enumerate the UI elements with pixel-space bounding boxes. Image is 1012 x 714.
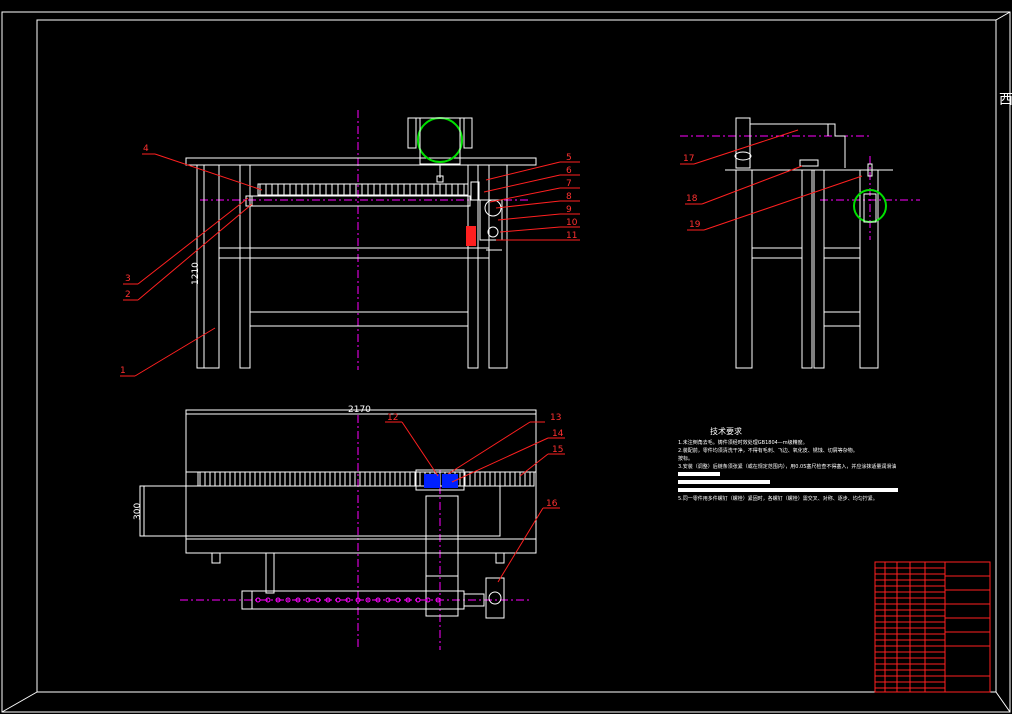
callout-14: 14 xyxy=(552,429,564,439)
callout-1: 1 xyxy=(120,366,126,376)
side-tab-label: 西 xyxy=(999,92,1012,108)
note-line-1: 1.未注倒角去毛。铸件须经时效处理GB1804—m级精度。 xyxy=(678,439,808,446)
note-line-3: 按标。 xyxy=(678,455,693,462)
side-view xyxy=(680,117,920,369)
callout-leader xyxy=(495,200,561,209)
callout-9: 9 xyxy=(566,205,572,215)
callout-13: 13 xyxy=(550,413,561,423)
note-redaction-3 xyxy=(678,488,898,492)
outer-sheet-border xyxy=(1,11,1011,713)
note-line-2: 2.装配前，零件均须清洗干净，不得有毛刺、飞边、氧化皮、锈蚀、切屑等杂物。 xyxy=(678,447,858,454)
callout-18: 18 xyxy=(686,194,698,204)
note-line-4: 3.安装（调整）后链条须张紧（或在规定范围内），用0.05塞尺检查不得塞入，并应… xyxy=(678,463,896,470)
note-line-5: 5.同一零件用多件螺钉（螺栓）紧固时，各螺钉（螺栓）需交叉、对称、逐步、均匀拧紧… xyxy=(678,495,878,502)
callout-6: 6 xyxy=(566,166,572,176)
callout-leader xyxy=(499,226,561,233)
top-callouts: 12 13 14 15 16 xyxy=(385,413,565,583)
title-block xyxy=(874,561,991,693)
callout-15: 15 xyxy=(552,445,563,455)
front-view: 1210 xyxy=(185,110,537,370)
callout-7: 7 xyxy=(566,179,572,189)
callout-16: 16 xyxy=(546,499,558,509)
cad-drawing-viewport[interactable]: 西 1210 4 3 2 1 5 6 7 8 9 10 11 17 18 19 … xyxy=(0,0,1012,714)
notes-title: 技术要求 xyxy=(710,426,742,436)
front-callouts: 4 3 2 1 5 6 7 8 9 10 11 xyxy=(120,144,580,377)
callout-12: 12 xyxy=(387,413,398,423)
callout-5: 5 xyxy=(566,153,572,163)
note-redaction-2 xyxy=(678,480,770,484)
red-cylinder xyxy=(466,226,476,246)
callout-2: 2 xyxy=(125,290,131,300)
technical-notes: 技术要求 1.未注倒角去毛。铸件须经时效处理GB1804—m级精度。 2.装配前… xyxy=(678,426,898,502)
dim-length: 2170 xyxy=(348,405,371,415)
callout-17: 17 xyxy=(683,154,694,164)
drawing-canvas: 西 1210 4 3 2 1 567891011 17 18 19 2170 3… xyxy=(1,11,1012,713)
dim-width: 300 xyxy=(133,503,143,520)
dim-height: 1210 xyxy=(191,262,201,285)
side-callouts: 17 18 19 xyxy=(680,129,863,231)
callout-4: 4 xyxy=(143,144,149,154)
callout-10: 10 xyxy=(566,218,578,228)
top-view: 2170 300 xyxy=(133,405,537,650)
callout-19: 19 xyxy=(689,220,701,230)
callout-3: 3 xyxy=(125,274,131,284)
note-redaction-1 xyxy=(678,472,720,476)
callout-8: 8 xyxy=(566,192,572,202)
inner-sheet-border xyxy=(36,19,997,693)
callout-11: 11 xyxy=(566,231,577,241)
blue-block-right xyxy=(442,474,458,488)
